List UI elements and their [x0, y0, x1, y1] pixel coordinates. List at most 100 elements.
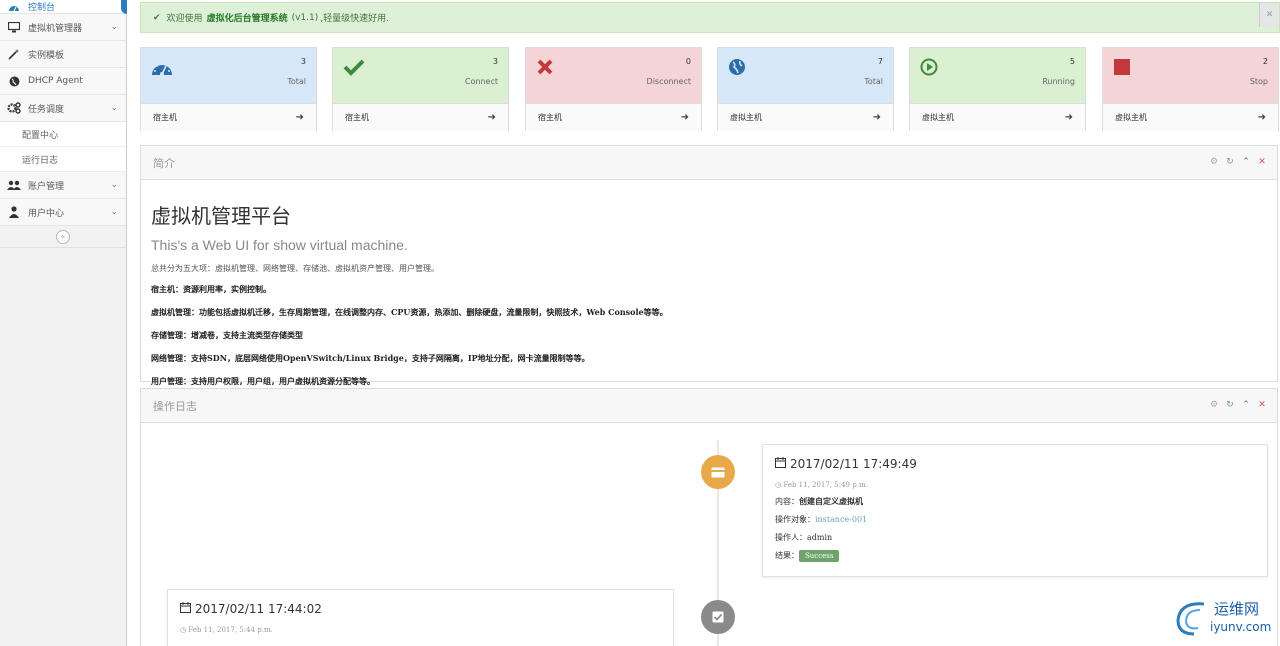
alert-suffix: ,轻量级快速好用. [320, 14, 389, 24]
close-icon[interactable]: ✕ [1257, 156, 1267, 168]
watermark-text: 运维网 [1214, 600, 1260, 618]
stat-card-host-disconnect: 0 Disconnect 宿主机 ➜ [525, 47, 702, 131]
sidebar-item-dashboard[interactable]: 控制台 [0, 0, 127, 14]
arrow-right-icon: ➜ [680, 112, 689, 123]
credit-card-icon [711, 467, 725, 477]
arrow-right-icon: ➜ [872, 112, 881, 123]
cog-icon[interactable]: ⚙ [1209, 156, 1219, 168]
stop-icon [1113, 58, 1135, 80]
sidebar-subitem-config-center[interactable]: 配置中心 [0, 122, 126, 147]
alert-brand: 虚拟化后台管理系统 [206, 14, 288, 24]
stat-card-vm-stop: 2 Stop 虚拟主机 ➜ [1102, 47, 1279, 131]
cog-icon[interactable]: ⚙ [1209, 399, 1219, 411]
widget-toolbar: ⚙ ↻ ⌃ ✕ [1209, 399, 1267, 411]
chevron-down-icon: ⌄ [110, 207, 118, 217]
sidebar-item-task-scheduling[interactable]: 任务调度 ⌄ [0, 95, 126, 122]
stat-card-host-total: 3 Total 宿主机 ➜ [140, 47, 317, 131]
refresh-icon[interactable]: ↻ [1225, 156, 1235, 168]
status-badge: Success [799, 550, 840, 562]
sidebar-item-label: 账户管理 [28, 181, 65, 192]
alert-version: (v1.1) [291, 12, 319, 23]
chevron-up-icon[interactable]: ⌃ [1241, 156, 1251, 168]
intro-line: 总共分为五大项：虚拟机管理、网络管理、存储池、虚拟机资产管理、用户管理。 [151, 264, 439, 273]
check-icon: ✔ [153, 12, 161, 23]
intro-line: 网络管理：支持SDN，底层网络使用OpenVSwitch/Linux Bridg… [151, 353, 590, 363]
entry-time-text: Feb 11, 2017, 5:49 p.m. [783, 481, 868, 489]
sidebar-item-instance-template[interactable]: 实例模板 [0, 41, 126, 68]
row-value: 创建自定义虚拟机 [799, 496, 863, 506]
timeline-dot [701, 600, 735, 634]
sidebar-item-account-management[interactable]: 账户管理 ⌄ [0, 172, 126, 199]
stat-label: Running [1042, 77, 1075, 86]
intro-title: 虚拟机管理平台 [151, 204, 291, 228]
refresh-icon[interactable]: ↻ [1225, 399, 1235, 411]
chevron-down-icon: ⌄ [110, 103, 118, 113]
chevron-down-icon: ⌄ [110, 180, 118, 190]
entry-date: 2017/02/11 17:44:02 [180, 602, 661, 616]
arrow-right-icon: ➜ [1257, 112, 1266, 123]
stat-link-label: 虚拟主机 [1115, 113, 1147, 122]
dashboard-icon [151, 58, 173, 80]
stat-link[interactable]: 虚拟主机 ➜ [1103, 103, 1278, 131]
watermark-url: iyunv.com [1210, 620, 1272, 634]
stat-link-label: 宿主机 [153, 113, 177, 122]
timeline-dot [701, 455, 735, 489]
sidebar-item-label: 运行日志 [22, 155, 59, 166]
desktop-icon [6, 21, 22, 33]
check-icon [343, 58, 365, 80]
stat-link[interactable]: 虚拟主机 ➜ [910, 103, 1085, 131]
times-icon [536, 58, 558, 80]
entry-time: ◷ Feb 11, 2017, 5:49 p.m. [775, 481, 1255, 489]
welcome-alert: ✔ 欢迎使用 虚拟化后台管理系统 (v1.1) ,轻量级快速好用. ✕ [140, 2, 1280, 33]
intro-line: 虚拟机管理：功能包括虚拟机迁移，生存周期管理，在线调整内存、CPU资源，热添加、… [151, 307, 668, 317]
stat-link[interactable]: 虚拟主机 ➜ [718, 103, 893, 131]
active-indicator [121, 0, 127, 14]
arrow-right-icon: ➜ [487, 112, 496, 123]
chevron-down-icon: ⌄ [110, 22, 118, 32]
row-label: 结果： [775, 551, 799, 560]
globe-icon [6, 75, 22, 87]
collapse-sidebar-button[interactable]: « [56, 229, 70, 244]
stat-link-label: 虚拟主机 [730, 113, 762, 122]
stat-count: 3 [492, 57, 498, 66]
entry-time-text: Feb 11, 2017, 5:44 p.m. [188, 626, 273, 634]
clock-icon: ◷ [775, 481, 782, 489]
check-square-icon [712, 611, 724, 623]
dashboard-icon [6, 1, 22, 13]
widget-toolbar: ⚙ ↻ ⌃ ✕ [1209, 156, 1267, 168]
stat-link[interactable]: 宿主机 ➜ [333, 103, 508, 131]
calendar-icon [775, 457, 786, 471]
row-label: 操作对象： [775, 515, 815, 524]
widget-body: 虚拟机管理平台 This's a Web UI for show virtual… [141, 180, 1277, 387]
stat-link[interactable]: 宿主机 ➜ [526, 103, 701, 131]
widget-title: 简介 [153, 156, 175, 170]
chevron-up-icon[interactable]: ⌃ [1241, 399, 1251, 411]
sidebar-subitem-runtime-log[interactable]: 运行日志 [0, 147, 126, 172]
stat-link[interactable]: 宿主机 ➜ [141, 103, 316, 131]
intro-line: 存储管理：增减卷，支持主流类型存储类型 [151, 330, 303, 340]
sidebar-item-user-center[interactable]: 用户中心 ⌄ [0, 199, 126, 226]
arrow-right-icon: ➜ [1064, 112, 1073, 123]
stat-count: 3 [300, 57, 306, 66]
close-icon[interactable]: ✕ [1259, 3, 1279, 27]
entry-operator-row: 操作人：admin [775, 532, 1255, 543]
widget-header: 操作日志 ⚙ ↻ ⌃ ✕ [141, 389, 1277, 423]
target-link[interactable]: instance-001 [815, 515, 867, 524]
stat-count: 0 [685, 57, 691, 66]
stat-count: 7 [877, 57, 883, 66]
stat-count: 5 [1069, 57, 1075, 66]
play-circle-icon [920, 58, 942, 80]
intro-widget: 简介 ⚙ ↻ ⌃ ✕ 虚拟机管理平台 This's a Web UI for s… [140, 145, 1278, 386]
magic-icon [6, 48, 22, 60]
sidebar-item-vm-manager[interactable]: 虚拟机管理器 ⌄ [0, 14, 126, 41]
stat-label: Connect [464, 77, 498, 86]
sidebar-item-dhcp-agent[interactable]: DHCP Agent [0, 68, 126, 95]
arrow-right-icon: ➜ [295, 112, 304, 123]
stat-card-vm-running: 5 Running 虚拟主机 ➜ [909, 47, 1086, 131]
close-icon[interactable]: ✕ [1257, 399, 1267, 411]
sidebar-item-label: 控制台 [28, 3, 56, 13]
entry-time: ◷ Feb 11, 2017, 5:44 p.m. [180, 626, 661, 634]
sidebar-item-label: 用户中心 [28, 208, 65, 219]
stat-card-vm-total: 7 Total 虚拟主机 ➜ [717, 47, 894, 131]
row-label: 操作人： [775, 533, 807, 542]
